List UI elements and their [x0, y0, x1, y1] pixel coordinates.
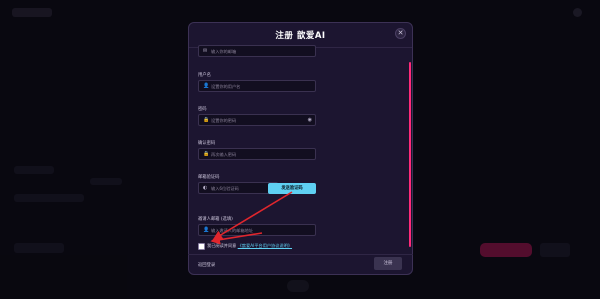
eye-icon[interactable]: ◉	[308, 117, 312, 124]
mail-icon: ✉	[203, 48, 208, 54]
agreement-link[interactable]: 《歆爱AI平台用户协议说明》	[238, 243, 292, 248]
scrollbar[interactable]	[409, 62, 411, 247]
close-button[interactable]: ✕	[395, 28, 406, 39]
agree-prefix: 我已阅读并同意	[207, 243, 237, 248]
username-placeholder: 设置你的用户名	[211, 84, 241, 89]
confirm-password-placeholder: 再次输入密码	[211, 152, 237, 157]
code-label: 邮箱验证码	[198, 175, 220, 180]
send-code-button[interactable]: 发送验证码	[268, 183, 316, 194]
inviter-email-field[interactable]: 👤 输入邀请人的邮箱地址	[198, 224, 316, 236]
email-field[interactable]: ✉ 输入你的邮箱	[198, 45, 316, 57]
modal-title: 注册 歆爱AI	[275, 31, 326, 41]
password-label: 密码	[198, 107, 207, 112]
confirm-password-field[interactable]: 🔒 再次输入密码	[198, 148, 316, 160]
username-field[interactable]: 👤 设置你的用户名	[198, 80, 316, 92]
agree-checkbox[interactable]	[198, 243, 205, 250]
inviter-placeholder: 输入邀请人的邮箱地址	[211, 228, 253, 233]
username-label: 用户名	[198, 73, 211, 78]
back-to-login-link[interactable]: 返回登录	[198, 262, 215, 268]
agreement-text: 我已阅读并同意 《歆爱AI平台用户协议说明》	[207, 243, 292, 249]
user-add-icon: 👤	[203, 227, 210, 233]
lock-icon: 🔒	[203, 151, 210, 157]
password-placeholder: 设置你的密码	[211, 118, 237, 123]
code-field[interactable]: ◐ 输入6位验证码	[198, 182, 278, 194]
footer-divider	[188, 254, 413, 255]
code-placeholder: 输入6位验证码	[211, 186, 239, 191]
register-button[interactable]: 注册	[374, 257, 402, 270]
email-placeholder: 输入你的邮箱	[211, 49, 237, 54]
user-icon: 👤	[203, 83, 210, 89]
password-field[interactable]: 🔒 设置你的密码 ◉	[198, 114, 316, 126]
lock-icon: 🔒	[203, 117, 210, 123]
close-icon: ✕	[397, 29, 404, 37]
shield-icon: ◐	[203, 185, 208, 191]
inviter-label: 邀请人邮箱 (选填)	[198, 217, 233, 222]
confirm-password-label: 确认密码	[198, 141, 216, 146]
